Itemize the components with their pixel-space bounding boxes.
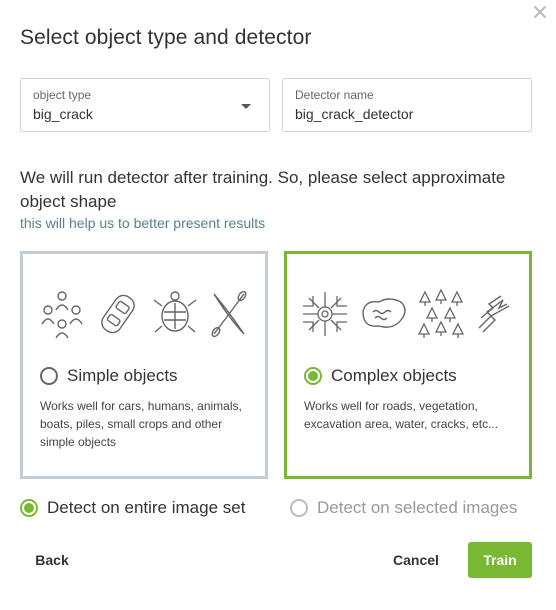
kayak-icon	[206, 288, 252, 340]
water-pond-icon	[357, 288, 409, 340]
simple-objects-radio[interactable]	[40, 367, 58, 385]
object-type-select[interactable]: object type big_crack	[20, 78, 270, 132]
detect-selected-images-option[interactable]: Detect on selected images	[290, 498, 517, 518]
detector-name-value: big_crack_detector	[295, 106, 414, 122]
cancel-button[interactable]: Cancel	[384, 542, 448, 578]
simple-objects-card[interactable]: Simple objects Works well for cars, huma…	[20, 251, 268, 479]
detect-entire-set-option[interactable]: Detect on entire image set	[20, 498, 245, 518]
detect-selected-images-label: Detect on selected images	[317, 498, 518, 517]
simple-objects-label: Simple objects	[67, 366, 178, 385]
complex-objects-radio[interactable]	[304, 367, 322, 385]
trees-icon	[415, 288, 467, 340]
road-network-icon	[299, 288, 351, 340]
back-button[interactable]: Back	[24, 542, 80, 578]
simple-objects-illustration	[23, 286, 265, 342]
people-group-icon	[36, 288, 88, 340]
simple-objects-option[interactable]: Simple objects	[40, 366, 178, 386]
detector-name-label: Detector name	[295, 88, 374, 102]
train-button[interactable]: Train	[468, 542, 532, 578]
close-button[interactable]	[530, 2, 550, 22]
crack-icon	[473, 288, 517, 340]
simple-objects-description: Works well for cars, humans, animals, bo…	[40, 399, 242, 449]
complex-objects-description: Works well for roads, vegetation, excava…	[304, 399, 499, 431]
complex-objects-option[interactable]: Complex objects	[304, 366, 457, 386]
close-icon	[534, 6, 546, 18]
complex-objects-card[interactable]: Complex objects Works well for roads, ve…	[284, 251, 532, 479]
intro-subtext: this will help us to better present resu…	[20, 215, 266, 231]
detect-entire-set-radio[interactable]	[20, 499, 38, 517]
detector-name-field[interactable]: Detector name big_crack_detector	[282, 78, 532, 132]
car-icon	[94, 288, 144, 340]
detect-entire-set-label: Detect on entire image set	[47, 498, 246, 517]
chevron-down-icon	[241, 104, 251, 109]
turtle-icon	[150, 288, 200, 340]
complex-objects-illustration	[287, 286, 529, 342]
object-type-value: big_crack	[33, 106, 93, 122]
object-type-label: object type	[33, 88, 92, 102]
dialog-title: Select object type and detector	[20, 26, 312, 49]
complex-objects-label: Complex objects	[331, 366, 457, 385]
intro-text: We will run detector after training. So,…	[20, 168, 506, 211]
detect-selected-images-radio[interactable]	[290, 499, 308, 517]
